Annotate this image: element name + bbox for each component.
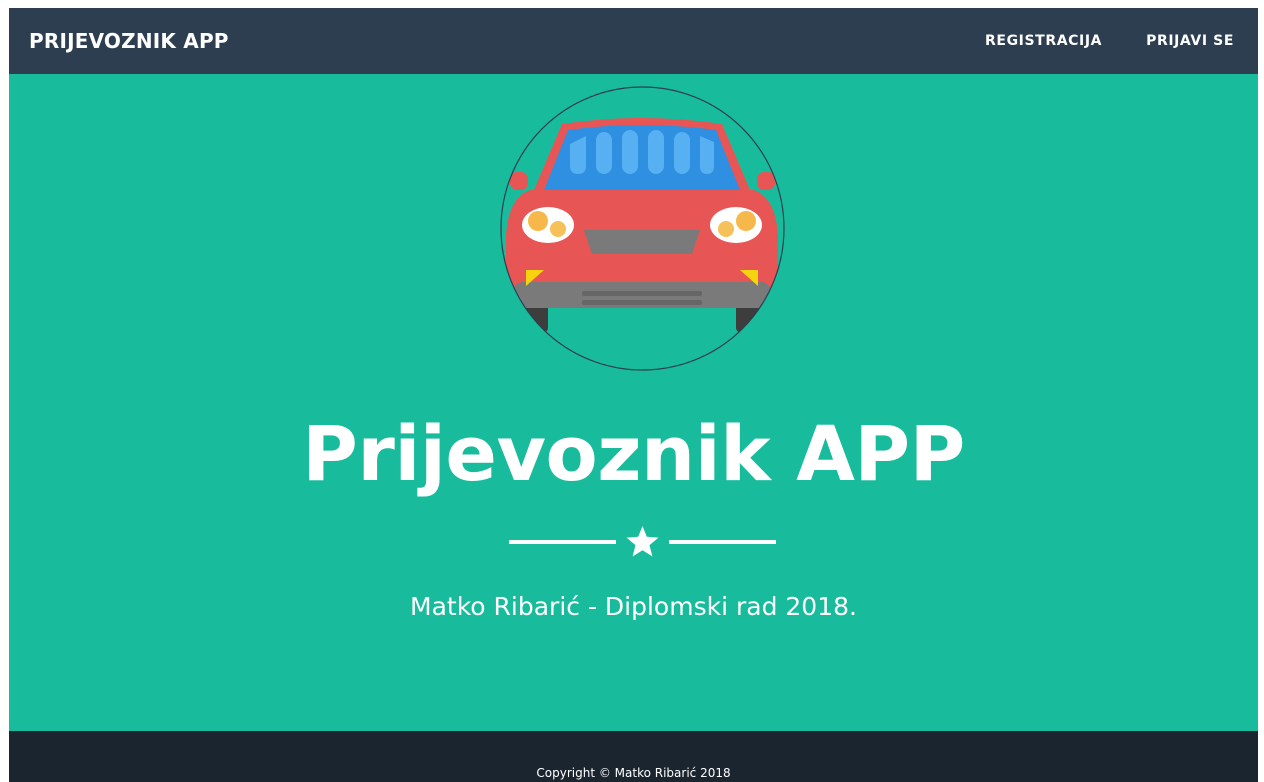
navbar: PRIJEVOZNIK APP REGISTRACIJA PRIJAVI SE [9,8,1258,74]
brand-link[interactable]: PRIJEVOZNIK APP [29,29,229,53]
masthead: Prijevoznik APP Matko Ribarić - Diplomsk… [9,74,1258,731]
nav-link-prijavi-se[interactable]: PRIJAVI SE [1146,33,1234,49]
star-icon [626,526,659,557]
car-icon [500,86,785,371]
copyright-text: Copyright © Matko Ribarić 2018 [536,766,731,780]
star-divider [509,526,776,557]
nav-links: REGISTRACIJA PRIJAVI SE [985,33,1234,49]
hero-title: Prijevoznik APP [302,409,965,498]
divider-line-left [509,540,616,544]
hero-subtitle: Matko Ribarić - Diplomski rad 2018. [410,592,857,621]
footer: Copyright © Matko Ribarić 2018 [9,731,1258,782]
nav-link-registracija[interactable]: REGISTRACIJA [985,33,1102,49]
divider-line-right [669,540,776,544]
